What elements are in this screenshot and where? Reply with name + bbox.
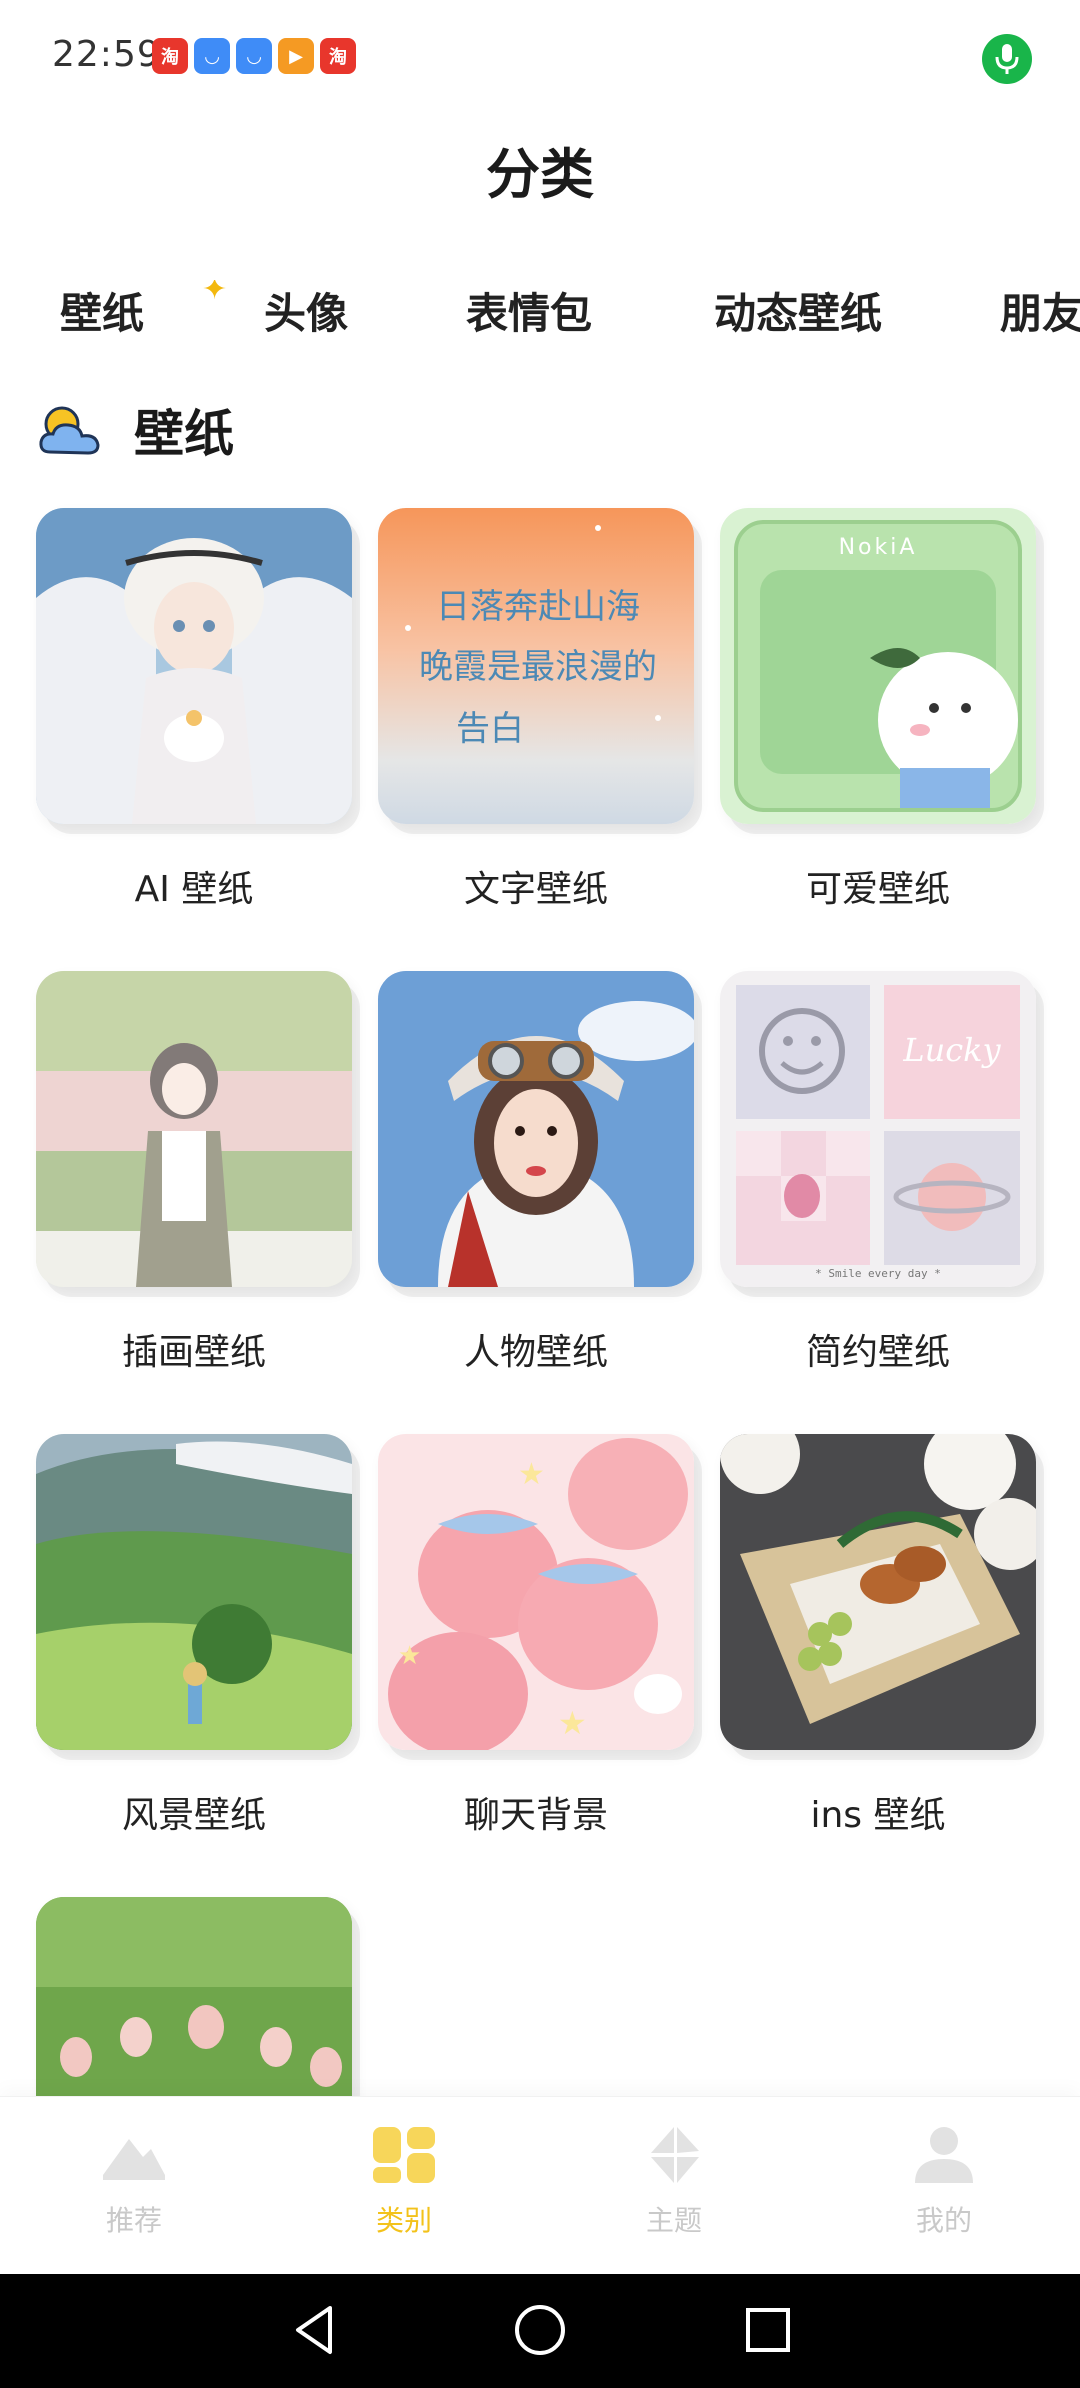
nav-label: 推荐 — [105, 2204, 162, 2237]
nav-label: 类别 — [375, 2204, 432, 2237]
category-card-portrait[interactable]: 人物壁纸 — [378, 971, 698, 1373]
lucky-text: Lucky — [902, 1031, 1001, 1069]
thumbnail-landscape — [36, 1434, 352, 1750]
category-label: 风景壁纸 — [121, 1795, 266, 1836]
image-text-line: 晚霞是最浪漫的 — [419, 647, 657, 687]
bottom-nav: 推荐 类别 主题 我的 — [0, 2096, 1080, 2275]
thumbnail-illustration — [36, 971, 352, 1287]
category-card-minimal[interactable]: Lucky * Smile every day * 简约壁纸 — [720, 971, 1040, 1373]
recents-icon[interactable] — [738, 2300, 798, 2360]
tab-friends[interactable]: 朋友 — [1000, 280, 1080, 341]
tab-live-wallpaper[interactable]: 动态壁纸 — [714, 280, 882, 341]
thumbnail-portrait — [378, 971, 694, 1287]
category-card-cute[interactable]: NokiA 可爱壁纸 — [720, 508, 1040, 910]
tab-wallpaper[interactable]: 壁纸 ✦ — [60, 280, 227, 347]
home-icon[interactable] — [510, 2300, 570, 2360]
taobao-icon: 淘 — [152, 38, 188, 74]
status-time: 22:59 — [52, 34, 161, 75]
tab-label: 壁纸 — [60, 289, 145, 338]
star-icon: ★ — [398, 1641, 421, 1671]
category-grid-icon — [373, 2127, 435, 2183]
star-icon: ★ — [558, 1704, 587, 1742]
profile-icon — [915, 2127, 973, 2183]
image-text-line: 告白 — [456, 709, 524, 749]
tab-stickers[interactable]: 表情包 — [466, 280, 592, 341]
category-label: 简约壁纸 — [805, 1332, 950, 1373]
cloud-sun-icon — [39, 406, 100, 455]
star-icon: ★ — [518, 1457, 545, 1492]
back-icon[interactable] — [284, 2300, 344, 2360]
nav-label: 主题 — [645, 2204, 702, 2237]
nav-category[interactable]: 类别 — [304, 2125, 504, 2239]
thumbnail-cute: NokiA — [720, 508, 1036, 824]
system-nav-bar — [0, 2274, 1080, 2388]
tab-avatar[interactable]: 头像 — [264, 280, 348, 341]
category-card-ai[interactable]: AI 壁纸 — [36, 508, 356, 910]
thumbnail-text: 日落奔赴山海 晚霞是最浪漫的 告白 — [378, 508, 694, 824]
thumbnail-minimal: Lucky * Smile every day * — [720, 971, 1036, 1287]
category-label: AI 壁纸 — [134, 869, 254, 910]
theme-pinwheel-icon — [651, 2127, 699, 2183]
nokia-logo-text: NokiA — [839, 535, 918, 560]
category-label: 人物壁纸 — [463, 1332, 608, 1373]
app-store-icon: ◡ — [236, 38, 272, 74]
app-store-icon: ◡ — [194, 38, 230, 74]
notification-icons: 淘 ◡ ◡ ▶ 淘 — [152, 38, 356, 74]
status-bar: 22:59 淘 ◡ ◡ ▶ 淘 — [0, 0, 1080, 118]
category-label: 文字壁纸 — [463, 869, 608, 910]
category-label: 可爱壁纸 — [805, 869, 950, 910]
image-text-line: 日落奔赴山海 — [436, 587, 640, 627]
thumbnail-ins — [720, 1434, 1036, 1750]
category-card-ins[interactable]: ins 壁纸 — [720, 1434, 1040, 1836]
category-label: 聊天背景 — [463, 1795, 608, 1836]
nav-theme[interactable]: 主题 — [574, 2125, 774, 2239]
smile-text: * Smile every day * — [815, 1267, 941, 1280]
nav-recommend[interactable]: 推荐 — [34, 2125, 234, 2239]
taobao-icon: 淘 — [320, 38, 356, 74]
nav-label: 我的 — [915, 2204, 972, 2237]
category-label: 插画壁纸 — [121, 1332, 266, 1373]
category-label: ins 壁纸 — [810, 1795, 946, 1836]
page-title: 分类 — [486, 143, 594, 206]
sparkle-icon: ✦ — [202, 280, 228, 307]
category-tabs: 壁纸 ✦ 头像 表情包 动态壁纸 朋友 — [0, 280, 1080, 350]
nav-profile[interactable]: 我的 — [844, 2125, 1044, 2239]
video-play-icon: ▶ — [278, 38, 314, 74]
section-header: 壁纸 — [36, 390, 234, 470]
thumbnail-chat-bg: ★ ★ ★ — [378, 1434, 694, 1750]
category-card-chat-bg[interactable]: ★ ★ ★ 聊天背景 — [378, 1434, 698, 1836]
mountain-icon — [103, 2139, 165, 2180]
active-tab-indicator — [60, 337, 145, 347]
section-title: 壁纸 — [134, 405, 234, 463]
category-card-illustration[interactable]: 插画壁纸 — [36, 971, 356, 1373]
category-card-landscape[interactable]: 风景壁纸 — [36, 1434, 356, 1836]
thumbnail-ai — [36, 508, 352, 824]
category-card-text[interactable]: 日落奔赴山海 晚霞是最浪漫的 告白 文字壁纸 — [378, 508, 698, 910]
mic-icon — [982, 34, 1032, 84]
